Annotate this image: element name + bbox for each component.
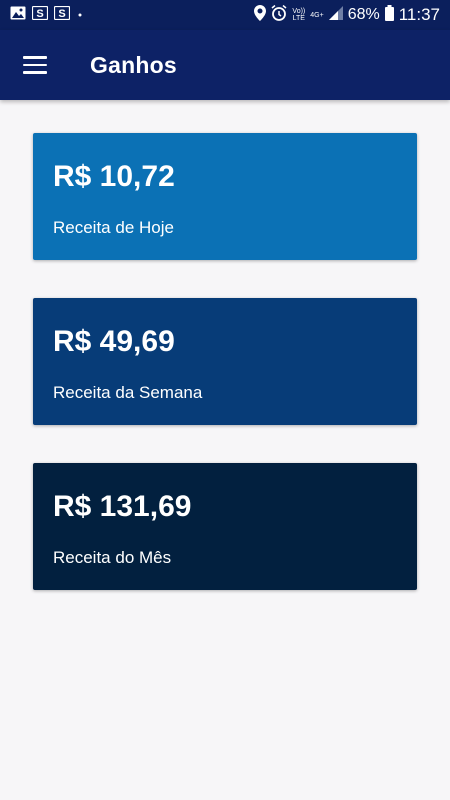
- app-bar: Ganhos: [0, 30, 450, 100]
- signal-icon: [328, 5, 343, 25]
- status-right-icons: Vo)) LTE 4G+ 68% 11:37: [254, 4, 440, 26]
- page-title: Ganhos: [90, 51, 177, 78]
- month-revenue-amount: R$ 131,69: [53, 490, 192, 523]
- today-revenue-amount: R$ 10,72: [53, 160, 175, 193]
- week-revenue-amount: R$ 49,69: [53, 325, 175, 358]
- location-icon: [254, 4, 267, 26]
- volte-label: Vo)) LTE: [292, 8, 306, 22]
- battery-percent: 68%: [347, 6, 380, 23]
- menu-icon[interactable]: [23, 56, 47, 74]
- s-app-icon: S: [53, 5, 71, 25]
- s-app-icon: S: [31, 5, 49, 25]
- week-revenue-label: Receita da Semana: [53, 383, 203, 402]
- card-today-revenue[interactable]: R$ 10,72 Receita de Hoje: [33, 133, 417, 260]
- alarm-icon: [271, 4, 287, 26]
- today-revenue-label: Receita de Hoje: [53, 218, 174, 237]
- svg-text:S: S: [58, 8, 65, 20]
- network-type-label: 4G+: [310, 11, 324, 19]
- svg-text:S: S: [36, 8, 43, 20]
- status-left-icons: S S: [10, 5, 84, 25]
- battery-icon: [384, 4, 394, 26]
- dot-icon: [76, 6, 84, 24]
- status-bar: S S Vo)) LTE 4G+ 68% 11:37: [0, 0, 450, 30]
- month-revenue-label: Receita do Mês: [53, 548, 172, 567]
- card-month-revenue[interactable]: R$ 131,69 Receita do Mês: [33, 463, 417, 590]
- card-week-revenue[interactable]: R$ 49,69 Receita da Semana: [33, 298, 417, 425]
- image-icon: [10, 6, 26, 25]
- clock: 11:37: [398, 5, 440, 24]
